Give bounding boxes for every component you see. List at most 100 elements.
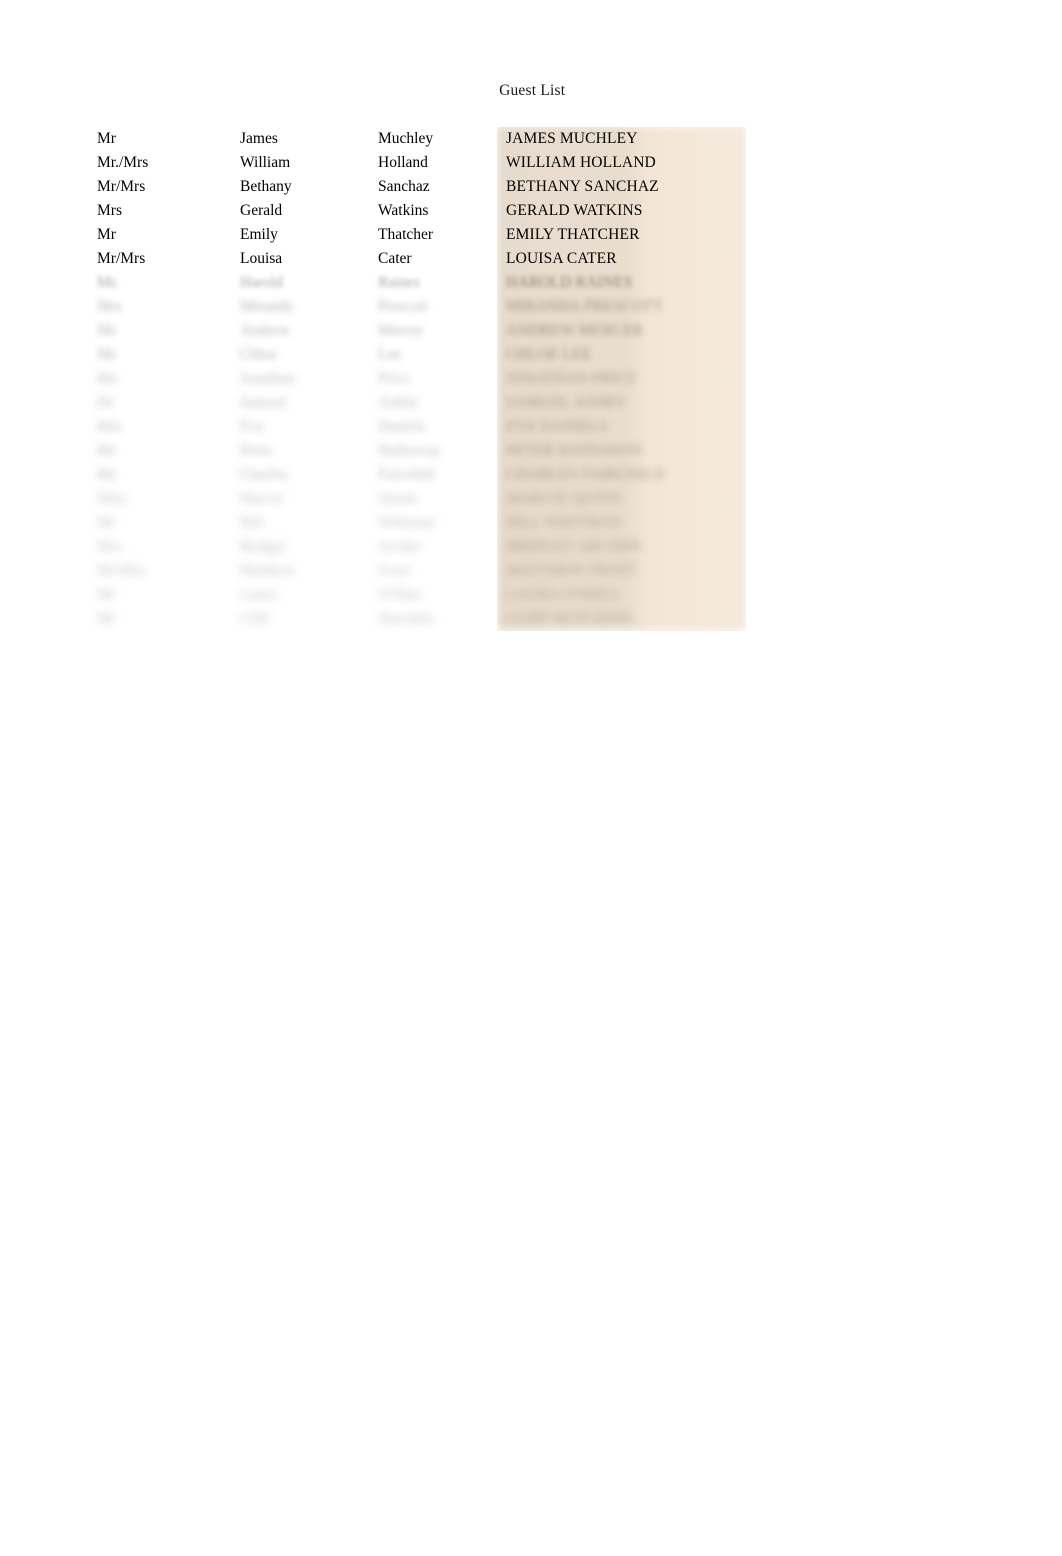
- full-name-cell: MIRANDA PRESCOTT: [506, 298, 663, 315]
- guest-rows: Mr James Muchley JAMES MUCHLEY Mr./Mrs Willia…: [0, 127, 1062, 637]
- full-name-cell: BETHANY SANCHAZ: [506, 178, 659, 195]
- page-title: Guest List: [0, 61, 1062, 121]
- table-row: Mr Laura O'Shea LAURA O'SHEA: [0, 583, 1062, 607]
- surname-cell: Hutchins: [378, 610, 434, 627]
- full-name-cell: MARCIE QUINN: [506, 490, 622, 507]
- salutation-cell: Mr: [97, 610, 116, 627]
- page-title-text: Guest List: [499, 82, 566, 99]
- full-name-cell: LAURA O'SHEA: [506, 586, 619, 603]
- table-row: Mr Peter Hathaway PETER HATHAWAY: [0, 439, 1062, 463]
- first-name-cell: Bill: [240, 514, 264, 531]
- first-name-cell: Marcie: [240, 490, 284, 507]
- surname-cell: Thatcher: [378, 226, 434, 243]
- table-row: Mr/Mrs Bethany Sanchaz BETHANY SANCHAZ: [0, 175, 1062, 199]
- full-name-cell: CHLOE LEE: [506, 346, 592, 363]
- highlight-fade-bottom: [493, 623, 750, 645]
- surname-cell: Fairchild: [378, 466, 434, 483]
- salutation-cell: Mrs: [97, 418, 122, 435]
- guest-list-table: Mr James Muchley JAMES MUCHLEY Mr./Mrs Willia…: [0, 113, 1062, 645]
- table-row: Mr./Mrs William Holland WILLIAM HOLLAND: [0, 151, 1062, 175]
- full-name-cell: BRIDGET ARCHER: [506, 538, 641, 555]
- salutation-cell: Mr: [97, 514, 116, 531]
- first-name-cell: James: [240, 130, 278, 147]
- salutation-cell: Mr: [97, 586, 116, 603]
- surname-cell: Daniels: [378, 418, 426, 435]
- full-name-cell: MATTHEW FROST: [506, 562, 638, 579]
- salutation-cell: Dr: [97, 394, 114, 411]
- salutation-cell: Mrs: [97, 538, 122, 555]
- full-name-cell: JONATHAN PRICE: [506, 370, 637, 387]
- first-name-cell: Bethany: [240, 178, 292, 195]
- salutation-cell: Mr./Mrs: [97, 154, 149, 171]
- table-row: Ms Jonathan Price JONATHAN PRICE: [0, 367, 1062, 391]
- salutation-cell: Ms: [97, 370, 117, 387]
- table-row: Mr/Mrs Louisa Cater LOUISA CATER: [0, 247, 1062, 271]
- surname-cell: Sanchaz: [378, 178, 430, 195]
- table-row: Mrs Eve Daniels EVE DANIELS: [0, 415, 1062, 439]
- table-row: Mr Andrew Mercer ANDREW MERCER: [0, 319, 1062, 343]
- salutation-cell: Mr/Mrs: [97, 178, 146, 195]
- table-row: Mr/Mrs Matthew Frost MATTHEW FROST: [0, 559, 1062, 583]
- first-name-cell: Matthew: [240, 562, 296, 579]
- first-name-cell: Gerald: [240, 202, 283, 219]
- salutation-cell: Mr/Mrs: [97, 562, 146, 579]
- surname-cell: Frost: [378, 562, 410, 579]
- first-name-cell: Harold: [240, 274, 284, 291]
- surname-cell: Raines: [378, 274, 421, 291]
- first-name-cell: Eve: [240, 418, 265, 435]
- full-name-cell: HAROLD RAINES: [506, 274, 633, 291]
- table-row: Mr James Muchley JAMES MUCHLEY: [0, 127, 1062, 151]
- first-name-cell: Peter: [240, 442, 272, 459]
- full-name-cell: EVE DANIELS: [506, 418, 608, 435]
- first-name-cell: Charles: [240, 466, 288, 483]
- table-row: Mr Chloe Lee CHLOE LEE: [0, 343, 1062, 367]
- document-page: Guest List Mr James Muchley JAMES MUCHLEY Mr…: [0, 0, 1062, 1556]
- table-row: Mrs Miranda Prescott MIRANDA PRESCOTT: [0, 295, 1062, 319]
- surname-cell: Holland: [378, 154, 428, 171]
- surname-cell: Price: [378, 370, 410, 387]
- surname-cell: Cater: [378, 250, 412, 267]
- surname-cell: Hathaway: [378, 442, 441, 459]
- table-row: Mr. Harold Raines HAROLD RAINES: [0, 271, 1062, 295]
- table-row: Dr Samuel Ashby SAMUEL ASHBY: [0, 391, 1062, 415]
- first-name-cell: Bridget: [240, 538, 287, 555]
- salutation-cell: Mr: [97, 346, 116, 363]
- full-name-cell: PETER HATHAWAY: [506, 442, 645, 459]
- surname-cell: Prescott: [378, 298, 428, 315]
- salutation-cell: Mr: [97, 466, 116, 483]
- table-row: Mr Bill Whitman BILL WHITMAN: [0, 511, 1062, 535]
- first-name-cell: Emily: [240, 226, 278, 243]
- surname-cell: Whitman: [378, 514, 436, 531]
- salutation-cell: Mrs: [97, 298, 122, 315]
- first-name-cell: Andrew: [240, 322, 290, 339]
- table-row: Mrs Gerald Watkins GERALD WATKINS: [0, 199, 1062, 223]
- salutation-cell: Mrs: [97, 202, 122, 219]
- table-row: Miss Marcie Quinn MARCIE QUINN: [0, 487, 1062, 511]
- salutation-cell: Mr: [97, 130, 116, 147]
- salutation-cell: Mr.: [97, 274, 119, 291]
- full-name-cell: SAMUEL ASHBY: [506, 394, 627, 411]
- full-name-cell: ANDREW MERCER: [506, 322, 644, 339]
- table-row: Mr Emily Thatcher EMILY THATCHER: [0, 223, 1062, 247]
- surname-cell: Lee: [378, 346, 402, 363]
- table-row: Mrs Bridget Archer BRIDGET ARCHER: [0, 535, 1062, 559]
- surname-cell: Muchley: [378, 130, 434, 147]
- full-name-cell: BILL WHITMAN: [506, 514, 622, 531]
- surname-cell: Archer: [378, 538, 422, 555]
- surname-cell: Ashby: [378, 394, 419, 411]
- salutation-cell: Mr: [97, 442, 116, 459]
- first-name-cell: Jonathan: [240, 370, 296, 387]
- surname-cell: Mercer: [378, 322, 423, 339]
- first-name-cell: Miranda: [240, 298, 293, 315]
- first-name-cell: Cliff: [240, 610, 269, 627]
- first-name-cell: Louisa: [240, 250, 283, 267]
- surname-cell: Watkins: [378, 202, 429, 219]
- first-name-cell: Samuel: [240, 394, 287, 411]
- first-name-cell: Chloe: [240, 346, 278, 363]
- surname-cell: O'Shea: [378, 586, 423, 603]
- salutation-cell: Miss: [97, 490, 128, 507]
- full-name-cell: CHARLES FAIRCHILD: [506, 466, 665, 483]
- salutation-cell: Mr: [97, 226, 116, 243]
- salutation-cell: Mr/Mrs: [97, 250, 146, 267]
- full-name-cell: JAMES MUCHLEY: [506, 130, 638, 147]
